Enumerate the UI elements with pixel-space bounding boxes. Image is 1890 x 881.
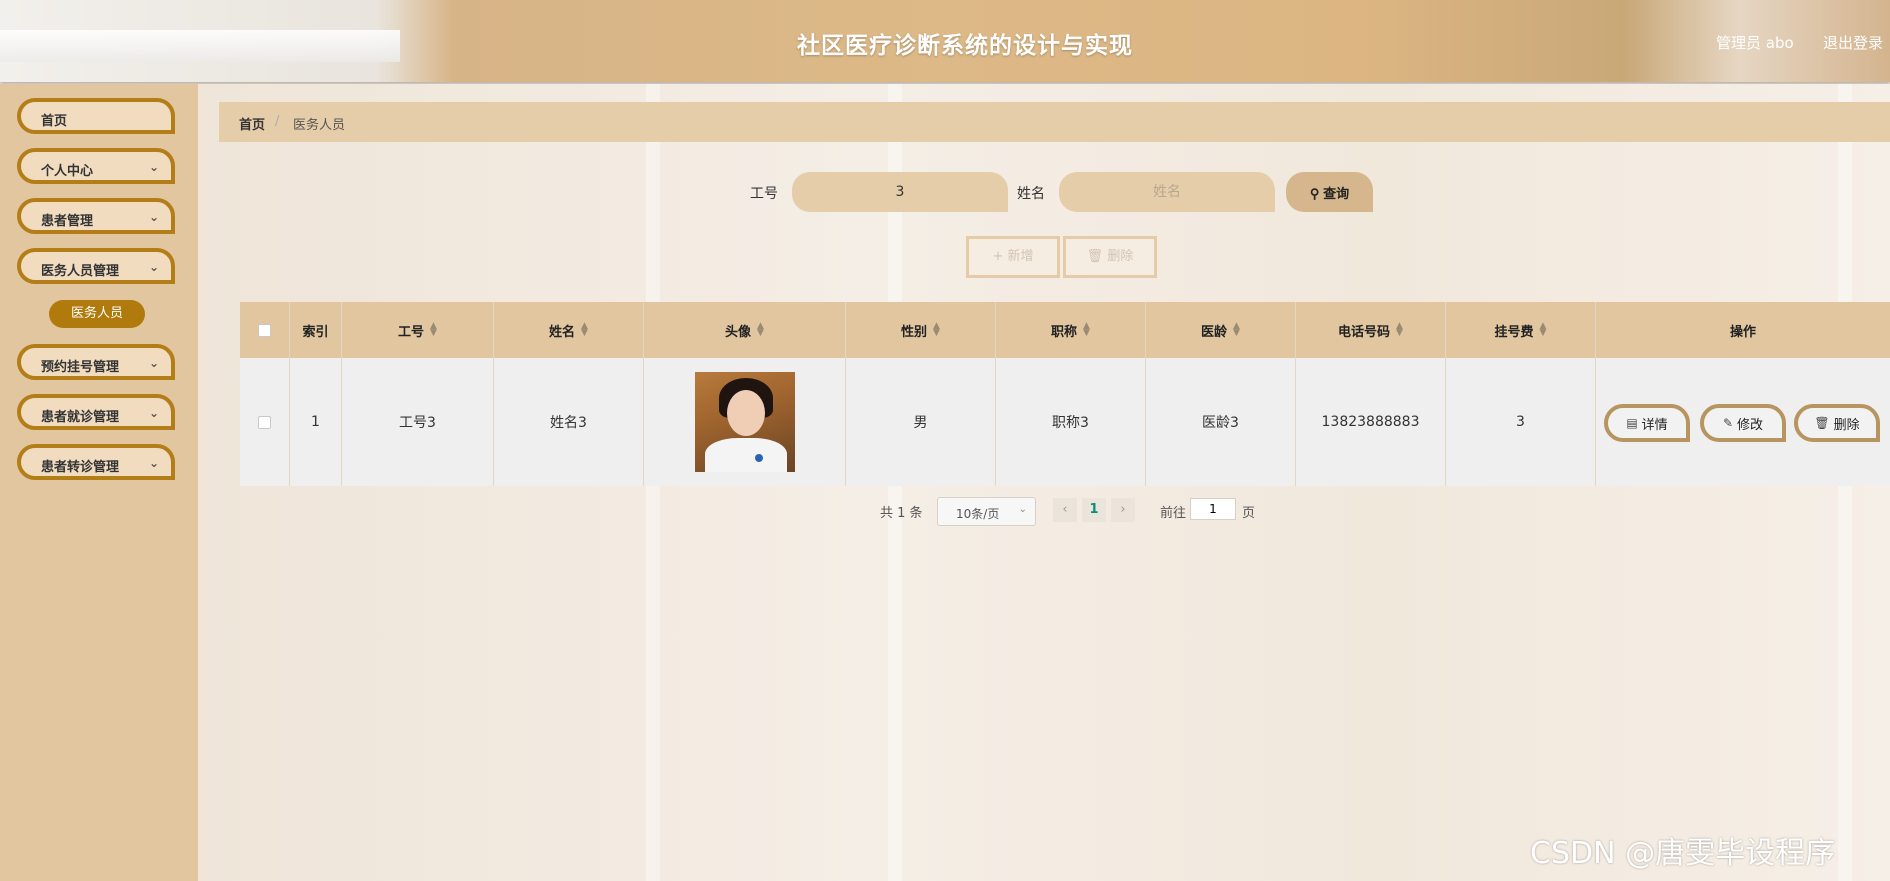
job-no-input[interactable] xyxy=(792,172,1008,212)
name-label: 姓名 xyxy=(1017,186,1045,202)
delete-button[interactable]: 🗑 删除 xyxy=(1794,404,1880,442)
cell-avatar xyxy=(644,358,846,486)
detail-button-label: 详情 xyxy=(1641,417,1668,433)
header-index: 索引 xyxy=(290,302,342,358)
batch-delete-button[interactable]: 🗑 删除 xyxy=(1063,236,1157,278)
prev-page-button[interactable]: ‹ xyxy=(1053,498,1077,522)
sidebar-item-label: 患者就诊管理 xyxy=(41,410,120,425)
header-job-no[interactable]: 工号 ▲ ▼ xyxy=(342,302,494,358)
sort-icon[interactable]: ▲ ▼ xyxy=(581,322,588,338)
breadcrumb-home[interactable]: 首页 xyxy=(239,114,265,133)
sidebar-item-patient-management[interactable]: 患者管理 ⌄ xyxy=(17,198,175,234)
page-suffix: 页 xyxy=(1242,506,1256,521)
add-button[interactable]: + 新增 xyxy=(966,236,1060,278)
watermark: CSDN @唐雯毕设程序 xyxy=(1530,836,1836,871)
edit-button-label: 修改 xyxy=(1737,417,1764,433)
edit-button[interactable]: ✎ 修改 xyxy=(1700,404,1786,442)
header-decoration xyxy=(0,30,400,62)
sidebar-item-referral-management[interactable]: 患者转诊管理 ⌄ xyxy=(17,444,175,480)
page-size-select[interactable]: 10条/页 ⌄ xyxy=(937,497,1036,526)
chevron-down-icon: ⌄ xyxy=(1018,504,1027,515)
cell-job-no: 工号3 xyxy=(342,358,494,486)
chevron-down-icon: ⌄ xyxy=(148,160,159,174)
header-title[interactable]: 职称 ▲ ▼ xyxy=(996,302,1146,358)
cell-index: 1 xyxy=(290,358,342,486)
sidebar-item-home[interactable]: 首页 xyxy=(17,98,175,134)
cell-fee: 3 xyxy=(1446,358,1596,486)
pencil-icon: ✎ xyxy=(1722,416,1734,430)
row-checkbox[interactable] xyxy=(258,415,271,429)
sort-icon[interactable]: ▲ ▼ xyxy=(757,322,764,338)
query-button[interactable]: ⚲ 查询 xyxy=(1286,172,1373,212)
table-row: 1 工号3 姓名3 男 职称3 医龄3 13823888883 3 ▤ 详情 ✎… xyxy=(240,358,1890,486)
chevron-down-icon: ⌄ xyxy=(148,456,159,470)
sort-icon[interactable]: ▲ ▼ xyxy=(1083,322,1090,338)
sidebar-item-personal-center[interactable]: 个人中心 ⌄ xyxy=(17,148,175,184)
breadcrumb-separator: / xyxy=(275,114,280,129)
sidebar-item-label: 医务人员管理 xyxy=(41,264,120,279)
sort-icon[interactable]: ▲ ▼ xyxy=(933,322,940,338)
page-number[interactable]: 1 xyxy=(1082,498,1106,522)
sidebar-subitem-medical-staff[interactable]: 医务人员 xyxy=(49,300,145,328)
cell-actions: ▤ 详情 ✎ 修改 🗑 删除 xyxy=(1596,358,1890,486)
document-icon: ▤ xyxy=(1626,416,1638,430)
header-actions: 操作 xyxy=(1729,324,1756,340)
sidebar-item-label: 患者管理 xyxy=(41,214,94,229)
chevron-down-icon: ⌄ xyxy=(148,406,159,420)
trash-icon: 🗑 xyxy=(1814,416,1830,430)
cell-name: 姓名3 xyxy=(494,358,644,486)
row-select-cell xyxy=(240,358,290,486)
goto-page-input[interactable] xyxy=(1190,498,1236,520)
cell-seniority: 医龄3 xyxy=(1146,358,1296,486)
header-seniority[interactable]: 医龄 ▲ ▼ xyxy=(1146,302,1296,358)
logout-button[interactable]: 退出登录 xyxy=(1823,32,1883,53)
page-size-value: 10条/页 xyxy=(956,507,1000,521)
chevron-down-icon: ⌄ xyxy=(148,260,159,274)
delete-button-label: 删除 xyxy=(1833,417,1860,433)
top-header: 社区医疗诊断系统的设计与实现 管理员 abo 退出登录 xyxy=(0,0,1890,82)
sort-icon[interactable]: ▲ ▼ xyxy=(1540,322,1547,338)
detail-button[interactable]: ▤ 详情 xyxy=(1604,404,1690,442)
header-phone[interactable]: 电话号码 ▲ ▼ xyxy=(1296,302,1446,358)
plus-icon: + xyxy=(992,249,1004,264)
name-input[interactable] xyxy=(1059,172,1275,212)
header-name[interactable]: 姓名 ▲ ▼ xyxy=(494,302,644,358)
cell-title: 职称3 xyxy=(996,358,1146,486)
sidebar-item-label: 首页 xyxy=(41,114,68,129)
sidebar-item-medical-staff-management[interactable]: 医务人员管理 ⌄ xyxy=(17,248,175,284)
query-button-label: 查询 xyxy=(1323,185,1350,201)
next-page-button[interactable]: › xyxy=(1111,498,1135,522)
header-fee[interactable]: 挂号费 ▲ ▼ xyxy=(1446,302,1596,358)
breadcrumb-current: 医务人员 xyxy=(293,118,346,133)
sort-icon[interactable]: ▲ ▼ xyxy=(430,322,437,338)
sidebar-item-label: 预约挂号管理 xyxy=(41,360,120,375)
sidebar-item-label: 个人中心 xyxy=(41,164,94,179)
chevron-down-icon: ⌄ xyxy=(148,210,159,224)
app-title: 社区医疗诊断系统的设计与实现 xyxy=(797,33,1133,59)
add-button-label: 新增 xyxy=(1007,249,1034,264)
table-header: 索引 工号 ▲ ▼ 姓名 ▲ ▼ 头像 ▲ ▼ 性别 ▲ ▼ 职称 ▲ ▼ 医龄 ▲ ▼ 电话号码 ▲ ▼ … xyxy=(240,302,1890,358)
avatar[interactable] xyxy=(694,372,795,472)
batch-delete-label: 删除 xyxy=(1107,249,1134,264)
cell-gender: 男 xyxy=(846,358,996,486)
current-user: 管理员 abo xyxy=(1716,34,1794,52)
search-icon: ⚲ xyxy=(1309,185,1320,201)
pagination-total: 共 1 条 xyxy=(880,506,923,521)
trash-icon: 🗑 xyxy=(1086,249,1104,264)
header-gender[interactable]: 性别 ▲ ▼ xyxy=(846,302,996,358)
header-avatar[interactable]: 头像 ▲ ▼ xyxy=(644,302,846,358)
sidebar-item-appointment-management[interactable]: 预约挂号管理 ⌄ xyxy=(17,344,175,380)
sidebar-item-visit-management[interactable]: 患者就诊管理 ⌄ xyxy=(17,394,175,430)
sort-icon[interactable]: ▲ ▼ xyxy=(1396,322,1403,338)
goto-label: 前往 xyxy=(1160,506,1187,521)
select-all-checkbox[interactable] xyxy=(258,323,271,337)
sort-icon[interactable]: ▲ ▼ xyxy=(1233,322,1240,338)
breadcrumb: 首页 / 医务人员 xyxy=(219,102,1890,142)
select-all-cell xyxy=(240,302,290,358)
sidebar-item-label: 患者转诊管理 xyxy=(41,460,120,475)
cell-phone: 13823888883 xyxy=(1296,358,1446,486)
chevron-down-icon: ⌄ xyxy=(148,356,159,370)
job-no-label: 工号 xyxy=(750,186,778,202)
